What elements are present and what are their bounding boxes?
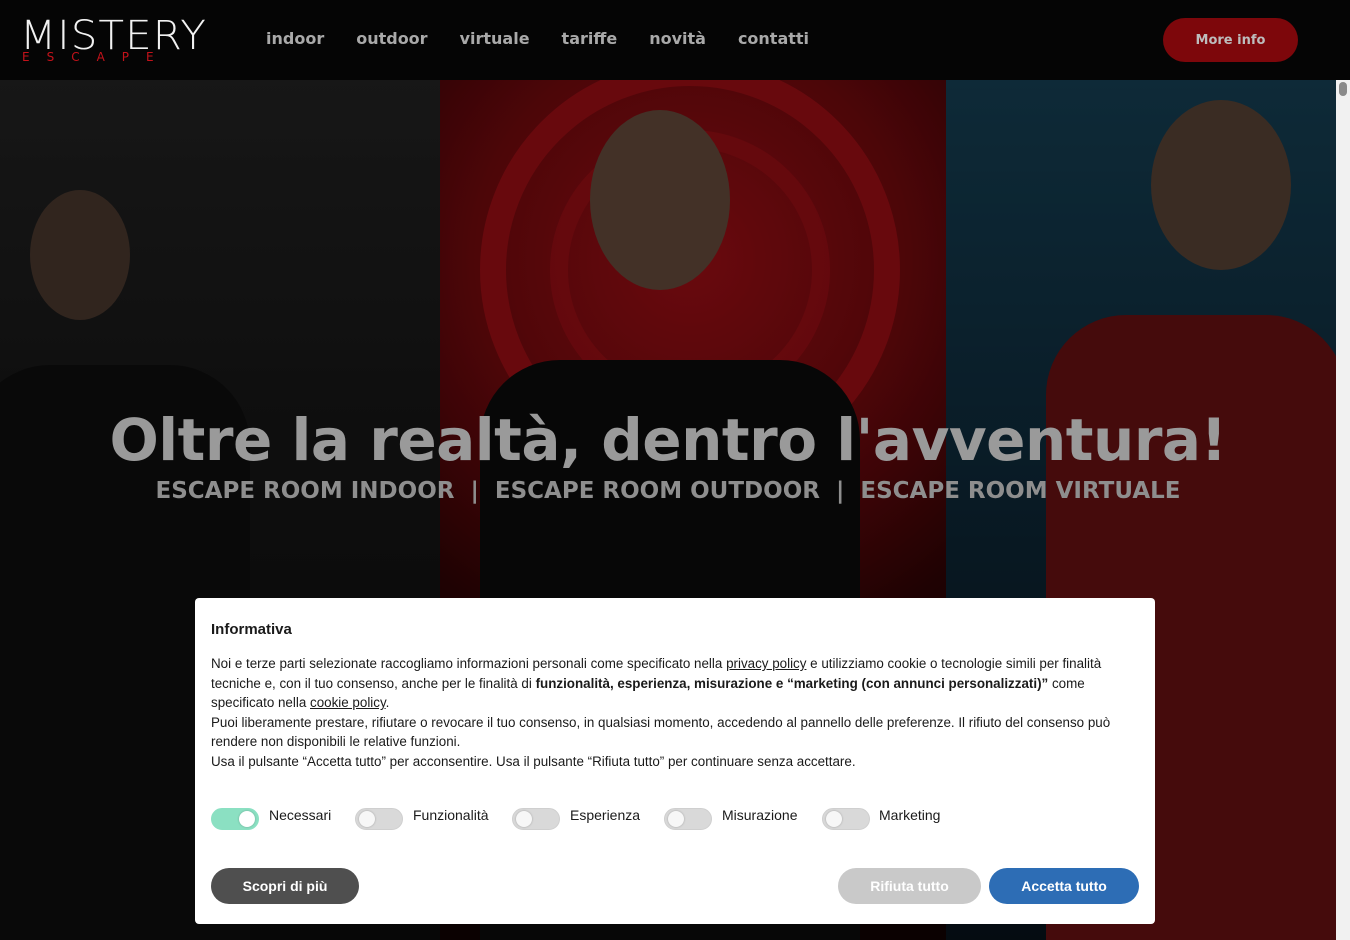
toggle-label-esperienza: Esperienza (570, 807, 641, 823)
cookie-text-part: . (385, 695, 390, 711)
toggle-esperienza[interactable] (512, 808, 560, 830)
cookie-text: Noi e terze parti selezionate raccogliam… (211, 654, 1141, 772)
more-info-button[interactable]: More info (1163, 18, 1298, 62)
cookie-title: Informativa (211, 621, 292, 638)
toggle-marketing[interactable] (822, 808, 870, 830)
nav-item-tariffe[interactable]: tariffe (562, 28, 618, 50)
hero-title: Oltre la realtà, dentro l'avventura! (109, 406, 1227, 474)
logo[interactable]: MISTERY ESCAPE (20, 14, 206, 66)
toggle-label-funzionalita: Funzionalità (413, 807, 489, 823)
toggle-knob (239, 811, 255, 827)
consent-toggles: Necessari Funzionalità Esperienza Misura… (211, 804, 1111, 834)
toggle-label-misurazione: Misurazione (722, 807, 798, 823)
reject-all-button[interactable]: Rifiuta tutto (838, 868, 981, 904)
page-scrollbar[interactable] (1336, 80, 1350, 940)
toggle-label-necessari: Necessari (269, 807, 332, 823)
accept-all-button[interactable]: Accetta tutto (989, 868, 1139, 904)
nav-item-contatti[interactable]: contatti (738, 28, 809, 50)
toggle-necessari[interactable] (211, 808, 259, 830)
toggle-label-marketing: Marketing (879, 807, 941, 823)
privacy-policy-link[interactable]: privacy policy (726, 656, 806, 671)
hero-subtitle: ESCAPE ROOM INDOOR | ESCAPE ROOM OUTDOOR… (155, 478, 1181, 504)
cookie-text-consent: Puoi liberamente prestare, rifiutare o r… (211, 714, 1111, 750)
cookie-text-part: Noi e terze parti selezionate raccogliam… (211, 656, 727, 671)
cookie-text-purposes: funzionalità, esperienza, misurazione e … (535, 675, 1049, 691)
cookie-text-buttons: Usa il pulsante “Accetta tutto” per acco… (211, 753, 856, 769)
nav-item-virtuale[interactable]: virtuale (460, 28, 530, 50)
nav-item-outdoor[interactable]: outdoor (356, 28, 427, 50)
toggle-knob (668, 811, 684, 827)
toggle-knob (826, 811, 842, 827)
main-nav: indoor outdoor virtuale tariffe novità c… (266, 28, 841, 50)
learn-more-button[interactable]: Scopri di più (211, 868, 359, 904)
toggle-misurazione[interactable] (664, 808, 712, 830)
toggle-knob (516, 811, 532, 827)
cookie-policy-link[interactable]: cookie policy (310, 695, 386, 710)
toggle-funzionalita[interactable] (355, 808, 403, 830)
site-header: MISTERY ESCAPE indoor outdoor virtuale t… (0, 0, 1350, 80)
logo-sub-text: ESCAPE (22, 50, 171, 64)
scrollbar-thumb[interactable] (1339, 82, 1347, 96)
toggle-knob (359, 811, 375, 827)
nav-item-novita[interactable]: novità (649, 28, 706, 50)
nav-item-indoor[interactable]: indoor (266, 28, 324, 50)
cookie-consent-dialog: Informativa Noi e terze parti selezionat… (195, 598, 1155, 924)
